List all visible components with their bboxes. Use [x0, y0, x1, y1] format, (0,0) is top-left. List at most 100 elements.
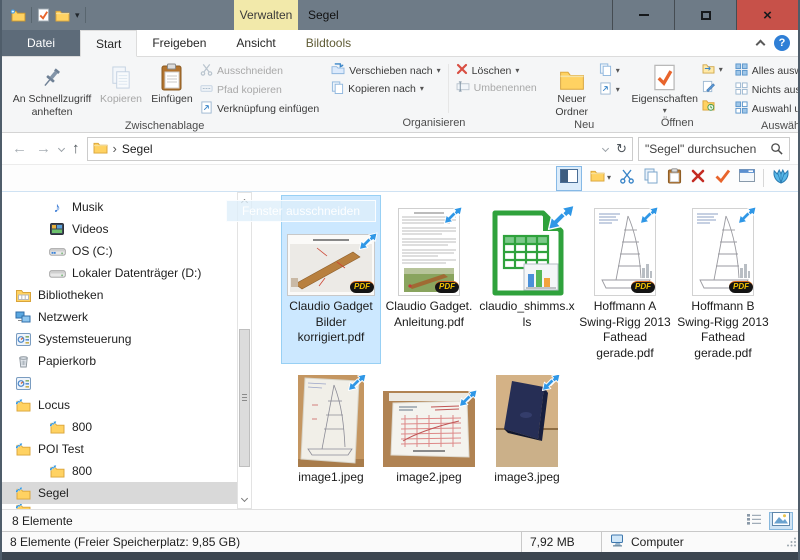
tab-ansicht[interactable]: Ansicht: [221, 30, 290, 56]
sidebar-item-os-c[interactable]: OS (C:): [2, 240, 237, 262]
properties-button[interactable]: Eigenschaften ▾: [630, 60, 700, 116]
tab-freigeben[interactable]: Freigeben: [137, 30, 221, 56]
maximize-button[interactable]: [674, 0, 736, 30]
folder-icon[interactable]: [55, 9, 70, 22]
sidebar-scrollbar[interactable]: [237, 192, 252, 509]
close-button[interactable]: ×: [736, 0, 798, 30]
copy-path-button[interactable]: Pfad kopieren: [200, 82, 319, 98]
forward-button[interactable]: →: [34, 141, 53, 156]
search-input[interactable]: "Segel" durchsuchen: [638, 137, 790, 161]
properties-button[interactable]: [714, 168, 731, 188]
file-hoffmann-b-swing-rigg-2013-fathead-gerade-pdf[interactable]: PDF Hoffmann B Swing-Rigg 2013 Fathead ge…: [674, 196, 772, 363]
copy-to-button[interactable]: Kopieren nach ▾: [331, 81, 441, 97]
sidebar-item-segel[interactable]: Segel: [2, 482, 237, 504]
breadcrumb-separator-icon: ›: [113, 141, 117, 156]
toggle-panel-button[interactable]: [556, 166, 582, 191]
new-folder-icon[interactable]: [10, 9, 26, 22]
copy-button[interactable]: [643, 168, 659, 189]
file-name: Claudio Gadget Bilder korrigiert.pdf: [289, 299, 372, 346]
sidebar-item-locus[interactable]: Locus: [2, 394, 237, 416]
pdf-badge: PDF: [631, 281, 655, 293]
search-icon: [770, 142, 783, 155]
sidebar-item-netzwerk[interactable]: Netzwerk: [2, 306, 237, 328]
select-none-button[interactable]: Nichts auswählen: [735, 82, 800, 98]
file-image1-jpeg[interactable]: image1.jpeg: [282, 367, 380, 488]
sidebar-item-label: Musik: [72, 200, 103, 214]
scrollbar-thumb[interactable]: [239, 329, 250, 467]
classic-shell-button[interactable]: [772, 168, 790, 189]
selection-size: 7,92 MB: [522, 532, 602, 552]
thumbnails-view-button[interactable]: [769, 512, 793, 530]
delete-button[interactable]: Löschen ▾: [456, 63, 537, 78]
sidebar-item-800[interactable]: 800: [2, 460, 237, 482]
sidebar-item-label: Locus: [38, 398, 70, 412]
pdf-badge: PDF: [729, 281, 753, 293]
pdf-badge: PDF: [350, 281, 374, 293]
recent-locations-icon[interactable]: [58, 145, 65, 152]
sidebar-item-lokaler-datentr-ger-d[interactable]: Lokaler Datenträger (D:): [2, 262, 237, 284]
cut-button[interactable]: [619, 168, 635, 189]
new-folder-button[interactable]: Neuer Ordner: [547, 60, 597, 119]
sidebar-item-unlabeled[interactable]: [2, 504, 237, 509]
resize-grip-icon[interactable]: [785, 536, 797, 551]
email-button[interactable]: [739, 169, 755, 187]
invert-selection-label: Auswahl umkehren: [752, 103, 800, 115]
properties-check-icon[interactable]: [37, 8, 50, 22]
qat-dropdown-icon[interactable]: ▾: [75, 11, 80, 20]
folder-options-button[interactable]: ▾: [590, 169, 611, 187]
open-button[interactable]: ▾: [702, 63, 723, 77]
rename-button[interactable]: Umbenennen: [456, 81, 537, 95]
sidebar-item-poi-test[interactable]: POI Test: [2, 438, 237, 460]
file-claudio-shimms-xls[interactable]: claudio_shimms.x ls: [478, 196, 576, 363]
tab-start[interactable]: Start: [80, 30, 137, 57]
invert-selection-button[interactable]: Auswahl umkehren: [735, 101, 800, 117]
up-button[interactable]: ↑: [70, 141, 82, 156]
details-view-button[interactable]: [742, 512, 766, 530]
file-image2-jpeg[interactable]: image2.jpeg: [380, 367, 478, 488]
new-item-button[interactable]: ▾: [599, 63, 620, 79]
sidebar-item-papierkorb[interactable]: Papierkorb: [2, 350, 237, 372]
sidebar-item-systemsteuerung[interactable]: Systemsteuerung: [2, 328, 237, 350]
easy-access-button[interactable]: ▾: [599, 82, 620, 98]
search-placeholder: "Segel" durchsuchen: [645, 142, 756, 156]
help-button[interactable]: ?: [774, 35, 790, 51]
paste-button[interactable]: [667, 168, 682, 189]
sidebar-item-label: Bibliotheken: [38, 288, 103, 302]
file-image3-jpeg[interactable]: image3.jpeg: [478, 367, 576, 488]
select-all-button[interactable]: Alles auswählen: [735, 63, 800, 79]
contextual-tab-verwalten[interactable]: Verwalten: [234, 0, 298, 30]
easy-access-icon: [599, 82, 612, 98]
cut-button[interactable]: Ausschneiden: [200, 63, 319, 79]
copy-button[interactable]: Kopieren: [96, 60, 146, 107]
refresh-icon[interactable]: ↻: [616, 142, 627, 155]
paste-shortcut-button[interactable]: Verknüpfung einfügen: [200, 101, 319, 117]
control-panel-icon: [14, 333, 32, 346]
tab-bildtools[interactable]: Bildtools: [291, 30, 366, 56]
pin-quick-access-button[interactable]: An Schnellzugriff anheften: [8, 60, 96, 119]
tab-datei[interactable]: Datei: [2, 30, 80, 56]
edit-button[interactable]: [702, 80, 723, 96]
minimize-button[interactable]: [612, 0, 674, 30]
address-dropdown-icon[interactable]: [602, 145, 609, 152]
breadcrumb-segel[interactable]: Segel: [122, 142, 153, 156]
delete-button[interactable]: [690, 168, 706, 189]
history-button[interactable]: [702, 99, 723, 114]
scroll-down-button[interactable]: [238, 492, 251, 508]
sidebar-item-800[interactable]: 800: [2, 416, 237, 438]
sidebar-item-bibliotheken[interactable]: Bibliotheken: [2, 284, 237, 306]
sidebar-item-videos[interactable]: Videos: [2, 218, 237, 240]
file-claudio-gadget-anleitung-pdf[interactable]: PDFClaudio Gadget. Anleitung.pdf: [380, 196, 478, 363]
sidebar-item-musik[interactable]: ♪Musik: [2, 196, 237, 218]
properties-label: Eigenschaften: [631, 93, 698, 106]
paste-button[interactable]: Einfügen: [146, 60, 198, 107]
sync-arrows-overlay-icon: [545, 201, 577, 233]
copy-to-label: Kopieren nach: [348, 83, 416, 95]
address-bar[interactable]: › Segel ↻: [87, 137, 634, 161]
file-hoffmann-a-swing-rigg-2013-fathead-gerade-pdf[interactable]: PDFHoffmann A Swing-Rigg 2013 Fathead ge…: [576, 196, 674, 363]
sidebar-item-unlabeled[interactable]: [2, 372, 237, 394]
ribbon-collapse-icon[interactable]: [756, 40, 766, 50]
back-button[interactable]: ←: [10, 141, 29, 156]
move-to-button[interactable]: Verschieben nach ▾: [331, 63, 441, 78]
file-name: Hoffmann B Swing-Rigg 2013 Fathead gerad…: [677, 299, 768, 361]
thumbnails-view-icon: [772, 512, 790, 529]
